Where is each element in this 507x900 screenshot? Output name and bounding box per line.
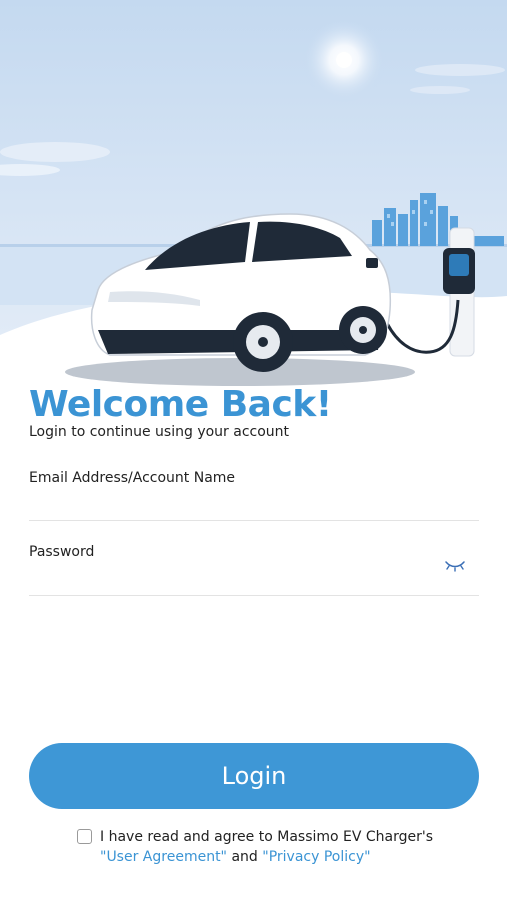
password-input[interactable] bbox=[29, 564, 434, 592]
email-divider bbox=[29, 520, 479, 521]
email-input[interactable] bbox=[29, 490, 479, 518]
email-label: Email Address/Account Name bbox=[29, 470, 236, 486]
agreement-text: I have read and agree to Massimo EV Char… bbox=[100, 829, 434, 845]
welcome-title: Welcome Back! bbox=[29, 384, 332, 425]
agreement-links: "User Agreement" and "Privacy Policy" bbox=[100, 849, 371, 865]
password-label: Password bbox=[29, 544, 95, 560]
privacy-policy-link[interactable]: "Privacy Policy" bbox=[262, 849, 370, 865]
hero-illustration bbox=[0, 0, 507, 390]
agreement-and: and bbox=[231, 849, 258, 865]
ev-charging-illustration bbox=[0, 0, 507, 390]
user-agreement-link[interactable]: "User Agreement" bbox=[100, 849, 227, 865]
welcome-subtitle: Login to continue using your account bbox=[29, 424, 290, 440]
eye-closed-icon[interactable] bbox=[444, 557, 466, 572]
password-divider bbox=[29, 595, 479, 596]
agreement-checkbox[interactable] bbox=[77, 829, 92, 844]
login-button[interactable]: Login bbox=[29, 743, 479, 809]
